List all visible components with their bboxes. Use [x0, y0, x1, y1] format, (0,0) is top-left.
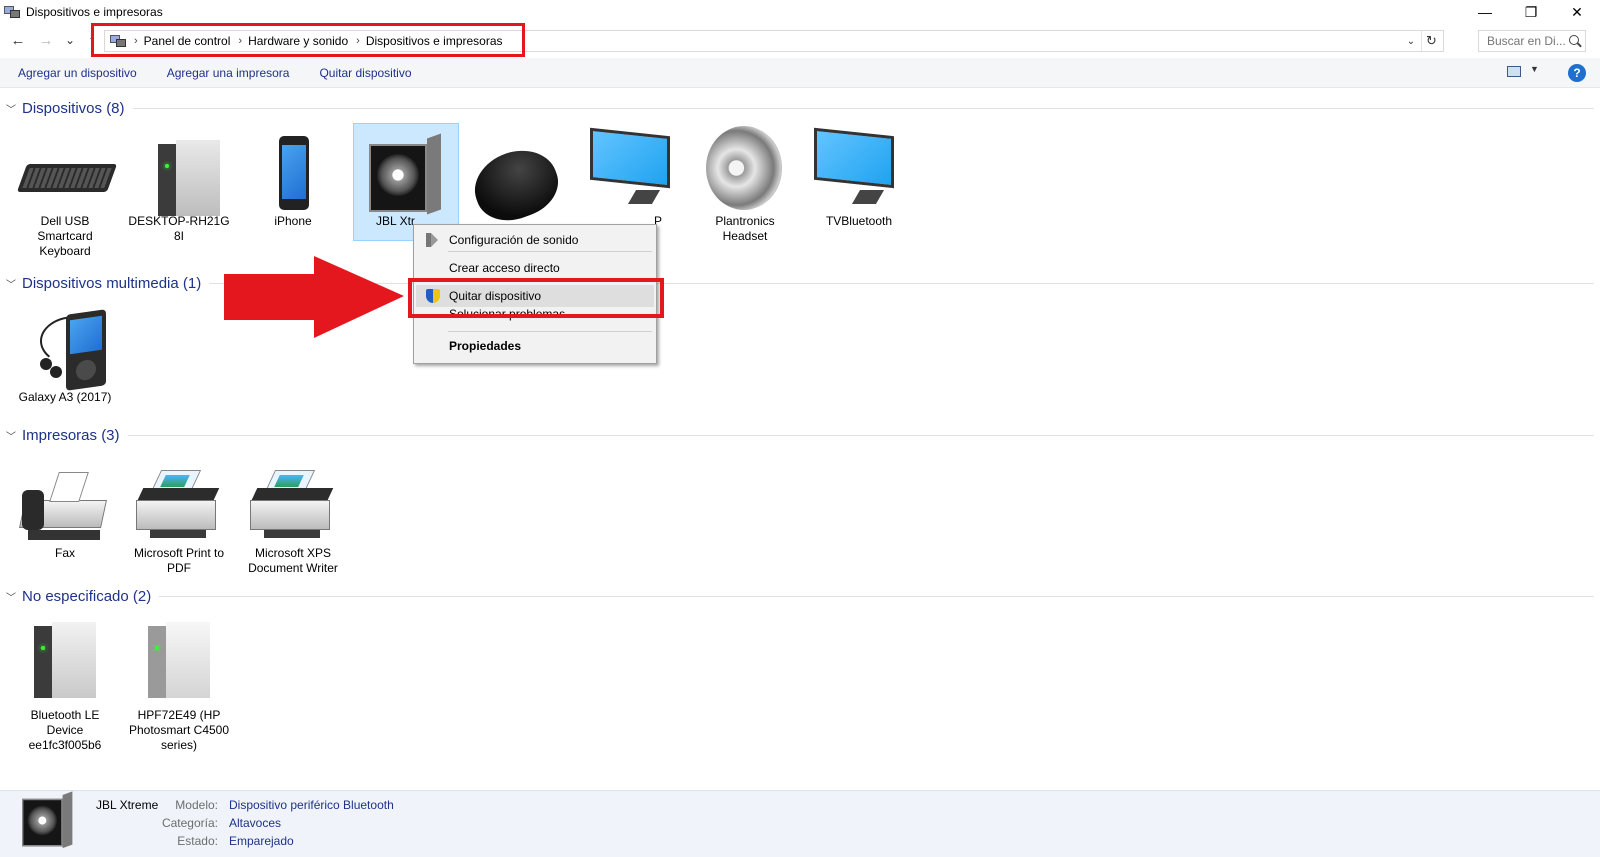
search-icon[interactable]	[1569, 35, 1579, 45]
forward-arrow-icon[interactable]: →	[36, 30, 56, 50]
group-title-multimedia: Dispositivos multimedia (1)	[22, 274, 202, 292]
device-box-icon	[34, 620, 96, 700]
device-item[interactable]: P	[582, 124, 688, 229]
search-input[interactable]	[1487, 34, 1565, 48]
group-divider	[132, 107, 1594, 109]
annotation-highlight-breadcrumb	[91, 23, 525, 57]
device-label: HPF72E49 (HP Photosmart C4500 series)	[128, 708, 230, 752]
group-title-printers: Impresoras (3)	[22, 426, 120, 444]
collapse-chevron-icon[interactable]: ﹀	[6, 101, 20, 116]
device-item[interactable]: Galaxy A3 (2017)	[12, 300, 118, 405]
device-label: DESKTOP-RH21G 8I	[128, 214, 230, 243]
search-box[interactable]	[1478, 30, 1586, 52]
fax-icon	[18, 466, 108, 546]
remove-device-button[interactable]: Quitar dispositivo	[319, 66, 411, 80]
device-item[interactable]: Microsoft Print to PDF	[126, 456, 232, 576]
group-header-printers[interactable]: ﹀ Impresoras (3)	[6, 425, 1594, 445]
collapse-chevron-icon[interactable]: ﹀	[6, 276, 20, 291]
group-title-unspecified: No especificado (2)	[22, 587, 152, 605]
group-header-unspecified[interactable]: ﹀ No especificado (2)	[6, 586, 1594, 606]
horn-speaker-icon	[706, 126, 786, 210]
printer-icon	[250, 466, 334, 546]
add-device-button[interactable]: Agregar un dispositivo	[18, 66, 137, 80]
monitor-icon	[814, 127, 894, 212]
details-key: Categoría:	[161, 816, 218, 830]
menu-item-sound-settings[interactable]: Configuración de sonido	[416, 229, 654, 251]
device-item[interactable]: Plantronics Headset	[692, 124, 798, 244]
details-value: Emparejado	[229, 834, 294, 848]
device-item[interactable]: HPF72E49 (HP Photosmart C4500 series)	[126, 618, 232, 753]
menu-separator	[448, 331, 652, 332]
device-label: Microsoft Print to PDF	[133, 546, 225, 575]
menu-separator	[448, 251, 652, 252]
address-dropdown-icon[interactable]: ⌄	[1403, 31, 1419, 51]
collapse-chevron-icon[interactable]: ﹀	[6, 589, 20, 604]
speaker-icon	[369, 130, 441, 215]
annotation-arrow-icon	[224, 256, 404, 338]
menu-item-label: Crear acceso directo	[449, 261, 560, 275]
details-value: Dispositivo periférico Bluetooth	[229, 798, 394, 812]
device-item[interactable]: DESKTOP-RH21G 8I	[126, 124, 232, 244]
device-item[interactable]: Dell USB Smartcard Keyboard	[12, 124, 118, 259]
details-pane: JBL Xtreme Modelo: Dispositivo periféric…	[0, 790, 1600, 857]
device-item[interactable]: TVBluetooth	[806, 124, 912, 229]
window-title: Dispositivos e impresoras	[26, 5, 163, 19]
device-label: Bluetooth LE Device ee1fc3f005b6	[28, 708, 102, 752]
device-label: Plantronics Headset	[715, 214, 775, 243]
command-bar: Agregar un dispositivo Agregar una impre…	[0, 58, 1600, 88]
close-button[interactable]: ✕	[1554, 0, 1600, 24]
minimize-button[interactable]: —	[1462, 0, 1508, 24]
collapse-chevron-icon[interactable]: ﹀	[6, 428, 20, 443]
annotation-highlight-remove-device	[408, 278, 664, 318]
computer-tower-icon	[158, 138, 220, 218]
group-divider	[127, 434, 1594, 436]
device-label: Microsoft XPS Document Writer	[248, 546, 338, 575]
mouse-icon	[465, 139, 567, 231]
restore-button[interactable]: ❐	[1508, 0, 1554, 24]
menu-item-create-shortcut[interactable]: Crear acceso directo	[416, 257, 654, 279]
refresh-icon[interactable]: ↻	[1421, 31, 1441, 51]
device-label: iPhone	[274, 214, 312, 228]
phone-icon	[279, 136, 309, 210]
menu-item-properties[interactable]: Propiedades	[416, 335, 654, 357]
details-key: Estado:	[177, 834, 218, 848]
device-label: Fax	[54, 546, 75, 560]
details-value: Altavoces	[229, 816, 282, 830]
keyboard-icon	[16, 164, 118, 192]
title-bar: Dispositivos e impresoras — ❐ ✕	[0, 0, 1600, 24]
printer-icon	[136, 466, 220, 546]
device-item[interactable]	[465, 124, 574, 231]
help-icon[interactable]: ?	[1568, 64, 1586, 82]
device-item[interactable]: iPhone	[240, 124, 346, 229]
back-arrow-icon[interactable]: ←	[8, 30, 28, 50]
device-label: Dell USB Smartcard Keyboard	[37, 214, 93, 258]
device-item[interactable]: Microsoft XPS Document Writer	[240, 456, 346, 576]
group-title-devices: Dispositivos (8)	[22, 99, 125, 117]
menu-item-label: Propiedades	[449, 339, 522, 353]
device-box-icon	[148, 620, 210, 700]
details-key: Modelo:	[175, 798, 218, 812]
device-item[interactable]: Bluetooth LE Device ee1fc3f005b6	[12, 618, 118, 753]
media-player-icon	[26, 306, 112, 392]
recent-locations-icon[interactable]: ⌄	[60, 30, 80, 50]
add-printer-button[interactable]: Agregar una impresora	[167, 66, 290, 80]
group-header-devices[interactable]: ﹀ Dispositivos (8)	[6, 98, 1594, 118]
device-item[interactable]: Fax	[12, 456, 118, 561]
group-divider	[159, 595, 1594, 597]
device-label: Galaxy A3 (2017)	[18, 390, 112, 404]
devices-printers-app-icon	[4, 5, 20, 19]
window-controls: — ❐ ✕	[1462, 0, 1600, 24]
menu-item-label: Configuración de sonido	[449, 233, 579, 247]
monitor-icon	[590, 127, 670, 212]
change-view-icon[interactable]	[1507, 66, 1521, 77]
speaker-icon	[22, 789, 73, 849]
speaker-small-icon	[426, 233, 440, 247]
view-dropdown-icon[interactable]: ▼	[1530, 64, 1539, 74]
device-label: TVBluetooth	[825, 214, 893, 228]
